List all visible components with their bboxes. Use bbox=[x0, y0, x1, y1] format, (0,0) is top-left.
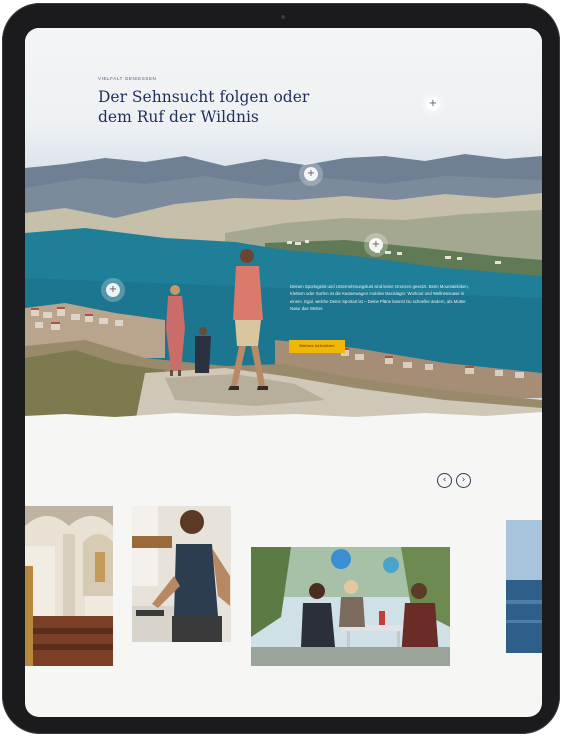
tablet-frame: Vielfalt geniessen Der Sehnsucht folgen … bbox=[2, 3, 560, 734]
carousel-prev-button[interactable]: ‹ bbox=[437, 473, 452, 488]
hero-headline: Der Sehnsucht folgen oder dem Ruf der Wi… bbox=[98, 87, 358, 127]
carousel-card-picnic[interactable] bbox=[251, 547, 450, 666]
hero-description: Deinen Sportsgeist und Unternehmungslust… bbox=[290, 284, 469, 311]
hotspot-hikers[interactable]: + bbox=[106, 283, 120, 297]
hotspot-bay[interactable]: + bbox=[369, 238, 383, 252]
screen: Vielfalt geniessen Der Sehnsucht folgen … bbox=[25, 28, 542, 717]
hotspot-mountains[interactable]: + bbox=[304, 167, 318, 181]
carousel-card-church[interactable] bbox=[25, 506, 113, 666]
carousel-card-cooking[interactable] bbox=[132, 506, 231, 642]
carousel-next-button[interactable]: › bbox=[456, 473, 471, 488]
hero-section: Vielfalt geniessen Der Sehnsucht folgen … bbox=[25, 28, 542, 423]
hotspot-sky[interactable]: + bbox=[426, 97, 440, 111]
carousel-card-sea[interactable] bbox=[506, 520, 542, 653]
camera-dot bbox=[281, 15, 285, 19]
friends-picnic-image bbox=[251, 547, 450, 666]
cooking-man-image bbox=[132, 506, 231, 642]
church-interior-image bbox=[25, 506, 113, 666]
hero-headline-line-1: Der Sehnsucht folgen oder bbox=[98, 88, 310, 106]
hero-eyebrow: Vielfalt geniessen bbox=[98, 76, 157, 81]
hero-headline-line-2: dem Ruf der Wildnis bbox=[98, 108, 259, 126]
more-activities-button[interactable]: Weitere Aktivitäten bbox=[289, 340, 345, 353]
sea-image bbox=[506, 520, 542, 653]
